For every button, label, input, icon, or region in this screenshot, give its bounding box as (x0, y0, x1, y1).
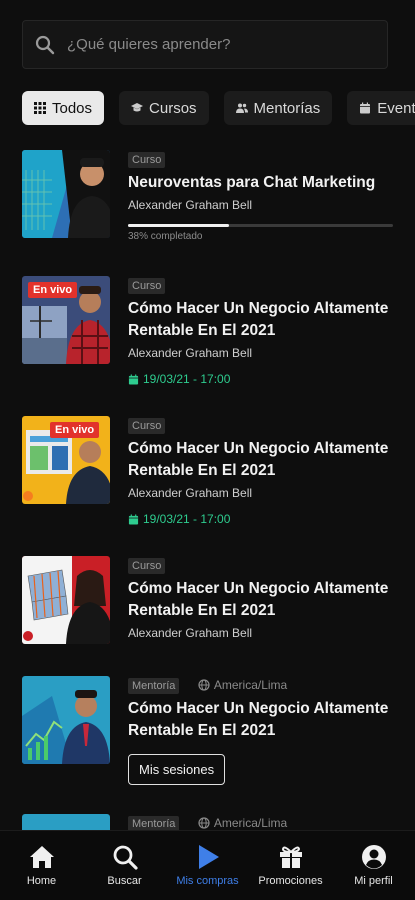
event-date-text: 19/03/21 - 17:00 (143, 512, 231, 526)
progress-text: 38% completado (128, 231, 203, 242)
nav-mi-perfil[interactable]: Mi perfil (332, 844, 415, 887)
mentoring-thumbnail (22, 676, 110, 764)
filter-chips: Todos Cursos Mentorías Eventos (22, 91, 415, 125)
nav-promociones[interactable]: Promociones (249, 844, 332, 887)
timezone-text: America/Lima (213, 677, 288, 692)
type-tag: Curso (128, 558, 166, 574)
chip-mentorias[interactable]: Mentorías (223, 91, 333, 125)
course-author: Alexander Graham Bell (128, 486, 253, 500)
graduation-cap-icon (131, 103, 144, 112)
search-icon (113, 845, 138, 870)
grid-icon (34, 102, 46, 114)
gift-icon (279, 846, 302, 868)
calendar-icon (128, 373, 139, 385)
users-icon (235, 103, 248, 113)
mentoring-title: Cómo Hacer Un Negocio Altamente Rentable… (128, 700, 389, 739)
event-date-text: 19/03/21 - 17:00 (143, 372, 231, 386)
calendar-icon (128, 513, 139, 525)
course-title: Cómo Hacer Un Negocio Altamente Rentable… (128, 300, 389, 339)
course-thumbnail: En vivo (22, 276, 110, 364)
chip-eventos[interactable]: Eventos (347, 91, 415, 125)
calendar-icon (360, 102, 371, 114)
type-tag: Mentoría (128, 816, 180, 830)
course-title: Cómo Hacer Un Negocio Altamente Rentable… (128, 580, 389, 619)
play-icon (198, 845, 219, 869)
type-tag: Curso (128, 152, 166, 168)
globe-icon (198, 679, 210, 691)
search-bar[interactable] (22, 20, 388, 69)
timezone-text: America/Lima (213, 815, 288, 830)
nav-label: Mi perfil (354, 875, 393, 887)
nav-mis-compras[interactable]: Mis compras (166, 844, 249, 887)
my-sessions-button[interactable]: Mis sesiones (128, 754, 226, 785)
course-thumbnail (22, 556, 110, 644)
nav-label: Home (26, 875, 57, 887)
live-badge: En vivo (50, 422, 100, 438)
course-title: Neuroventas para Chat Marketing (128, 174, 376, 191)
course-author: Alexander Graham Bell (128, 346, 253, 360)
chip-todos[interactable]: Todos (22, 91, 105, 125)
chip-cursos[interactable]: Cursos (119, 91, 209, 125)
nav-buscar[interactable]: Buscar (83, 844, 166, 887)
search-input[interactable] (67, 36, 367, 53)
bottom-nav: Home Buscar Mis compras Promociones Mi p… (0, 830, 415, 900)
timezone: America/Lima (198, 678, 287, 692)
purchases-list: Curso Neuroventas para Chat Marketing Al… (0, 145, 415, 830)
live-badge: En vivo (28, 282, 78, 298)
chip-label: Mentorías (253, 99, 321, 117)
progress-fill (128, 224, 229, 227)
type-tag: Mentoría (128, 678, 180, 694)
type-tag: Curso (128, 278, 166, 294)
globe-icon (198, 817, 210, 829)
nav-home[interactable]: Home (0, 844, 83, 887)
mentoring-thumbnail (22, 814, 110, 830)
course-thumbnail: En vivo (22, 416, 110, 504)
course-author: Alexander Graham Bell (128, 626, 253, 640)
type-tag: Curso (128, 418, 166, 434)
course-author: Alexander Graham Bell (128, 198, 253, 212)
chip-label: Todos (52, 99, 93, 117)
chip-label: Cursos (149, 99, 197, 117)
timezone: America/Lima (198, 816, 287, 830)
chip-label: Eventos (377, 99, 415, 117)
event-date: 19/03/21 - 17:00 (128, 512, 393, 526)
progress-bar (128, 224, 393, 227)
home-icon (29, 846, 54, 868)
course-title: Cómo Hacer Un Negocio Altamente Rentable… (128, 440, 389, 479)
nav-label: Mis compras (176, 875, 239, 887)
event-date: 19/03/21 - 17:00 (128, 372, 393, 386)
search-icon (35, 35, 55, 54)
user-circle-icon (361, 845, 386, 869)
nav-label: Buscar (107, 875, 142, 887)
course-thumbnail (22, 150, 110, 238)
nav-label: Promociones (258, 875, 323, 887)
